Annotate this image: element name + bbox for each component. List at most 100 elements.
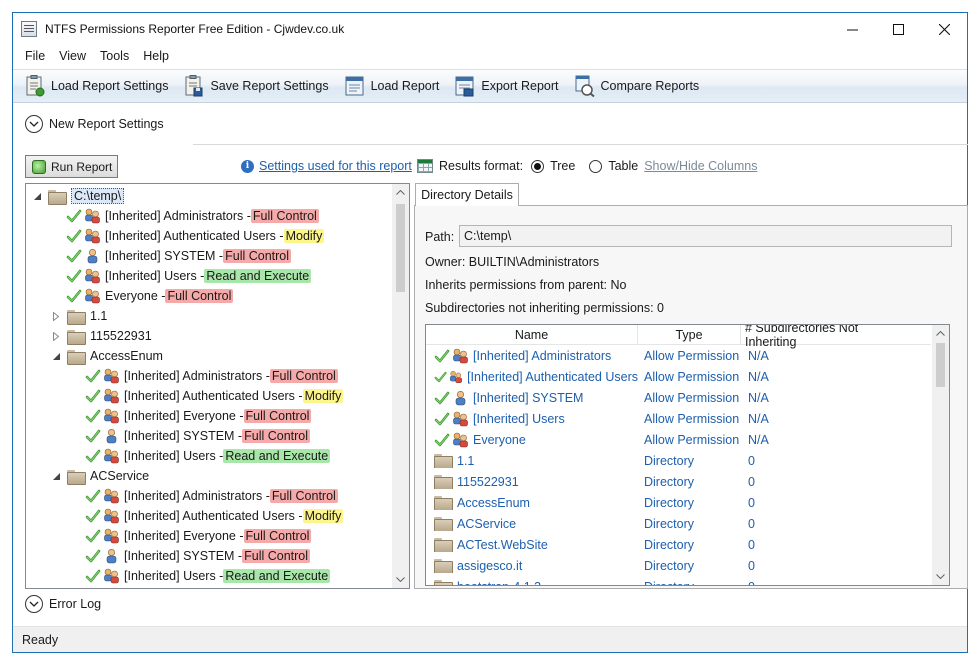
maximize-button[interactable] [875, 13, 921, 45]
user-group-icon [453, 411, 468, 426]
tree-permission-node[interactable]: [Inherited] SYSTEM - Full Control [85, 546, 311, 566]
menu-help[interactable]: Help [143, 49, 169, 63]
row-name: ACTest.WebSite [457, 537, 548, 552]
tree-permission-node[interactable]: [Inherited] Administrators - Full Contro… [85, 486, 338, 506]
row-name: assigesco.it [457, 558, 523, 573]
row-name: 115522931 [457, 474, 519, 489]
principal-label: [Inherited] Authenticated Users - [105, 229, 284, 243]
tree-permission-node[interactable]: Everyone - Full Control [66, 286, 234, 306]
show-hide-columns-link[interactable]: Show/Hide Columns [644, 159, 757, 173]
permission-badge: Full Control [165, 289, 234, 303]
collapsed-arrow-icon[interactable] [51, 311, 61, 321]
column-header-name[interactable]: Name [426, 325, 638, 345]
row-subdirs-count: 0 [741, 580, 911, 586]
tab-directory-details[interactable]: Directory Details [415, 183, 519, 206]
settings-used-link[interactable]: i Settings used for this report [241, 159, 412, 173]
table-row[interactable]: assigesco.it Directory 0 [426, 555, 931, 576]
load-report-button[interactable]: Load Report [343, 72, 442, 100]
tree-permission-node[interactable]: [Inherited] Users - Read and Execute [66, 266, 312, 286]
collapsed-arrow-icon[interactable] [51, 331, 61, 341]
grid-scroll-up-icon[interactable] [932, 325, 949, 342]
expanded-arrow-icon[interactable] [51, 351, 61, 361]
tree-scroll-thumb[interactable] [396, 204, 405, 292]
tree-permission-node[interactable]: [Inherited] Everyone - Full Control [85, 526, 312, 546]
tree-scrollbar[interactable] [392, 184, 409, 588]
section-divider [193, 144, 968, 145]
error-log-toggle[interactable]: Error Log [25, 595, 101, 613]
row-type: Allow Permission [644, 390, 740, 405]
principal-label: [Inherited] Users - [124, 449, 224, 463]
menu-tools[interactable]: Tools [100, 49, 129, 63]
principal-label: [Inherited] Administrators - [124, 489, 270, 503]
table-row[interactable]: bootstrap-4.1.3 Directory0 [426, 576, 931, 586]
tree-permission-node[interactable]: [Inherited] SYSTEM - Full Control [66, 246, 292, 266]
table-row[interactable]: 1.1 Directory 0 [426, 450, 931, 471]
table-row[interactable]: Everyone Allow Permission N/A [426, 429, 931, 450]
tree-folder-node[interactable]: C:\temp\ [32, 186, 125, 206]
check-icon [85, 409, 101, 423]
table-row[interactable]: [Inherited] SYSTEM Allow Permission N/A [426, 387, 931, 408]
tree-folder-node[interactable]: ACService [51, 466, 149, 486]
tree-folder-node[interactable]: 1.1 [51, 306, 107, 326]
run-report-button[interactable]: Run Report [25, 155, 118, 178]
grid-scroll-thumb[interactable] [936, 343, 945, 387]
compare-reports-button[interactable]: Compare Reports [573, 72, 702, 100]
folder-icon [67, 349, 86, 365]
table-row[interactable]: 115522931 Directory 0 [426, 471, 931, 492]
path-field[interactable]: C:\temp\ [459, 225, 952, 247]
column-header-type[interactable]: Type [638, 325, 741, 345]
permissions-tree[interactable]: C:\temp\ [Inherited] Administrators - Ful… [25, 183, 410, 589]
table-radio[interactable] [589, 159, 603, 173]
tree-permission-node[interactable]: [Inherited] Authenticated Users - Modify [85, 506, 344, 526]
table-row[interactable]: ACService Directory 0 [426, 513, 931, 534]
grid-scroll-down-icon[interactable] [932, 568, 949, 585]
scroll-down-icon[interactable] [392, 571, 409, 588]
principal-label: Everyone - [105, 289, 166, 303]
scroll-up-icon[interactable] [392, 184, 409, 201]
permission-badge: Read and Execute [204, 269, 312, 283]
table-row[interactable]: [Inherited] Users Allow Permission N/A [426, 408, 931, 429]
menu-file[interactable]: File [25, 49, 45, 63]
minimize-button[interactable] [829, 13, 875, 45]
table-row[interactable]: AccessEnum Directory 0 [426, 492, 931, 513]
permission-badge: Modify [283, 229, 325, 243]
folder-label: ACService [90, 469, 150, 483]
column-header-subdirs[interactable]: # Subdirectories Not Inheriting [741, 325, 911, 349]
details-grid[interactable]: Name Type # Subdirectories Not Inheritin… [425, 324, 950, 586]
expanded-arrow-icon[interactable] [51, 471, 61, 481]
row-subdirs-count: N/A [748, 432, 769, 447]
tree-permission-node[interactable]: [Inherited] Authenticated Users - Modify [66, 226, 325, 246]
tree-permission-node[interactable]: [Inherited] SYSTEM - Full Control [85, 426, 311, 446]
expanded-arrow-icon[interactable] [32, 191, 42, 201]
tree-permission-node[interactable]: [Inherited] Administrators - Full Contro… [85, 366, 338, 386]
folder-label: 1.1 [90, 309, 108, 323]
close-button[interactable] [921, 13, 967, 45]
folder-icon [67, 309, 86, 325]
table-row[interactable]: [Inherited] Authenticated Users Allow Per… [426, 366, 931, 387]
table-row[interactable]: ACTest.WebSite Directory 0 [426, 534, 931, 555]
table-row[interactable]: [Inherited] Administrators Allow Permissi… [426, 345, 931, 366]
menu-view[interactable]: View [59, 49, 86, 63]
save-report-settings-button[interactable]: Save Report Settings [182, 72, 330, 100]
tree-folder-node[interactable]: 115522931 [51, 326, 152, 346]
row-name: [Inherited] Authenticated Users [467, 369, 638, 384]
grid-scrollbar[interactable] [932, 325, 949, 585]
user-icon [106, 428, 117, 444]
tree-permission-node[interactable]: [Inherited] Everyone - Full Control [85, 406, 312, 426]
run-report-label: Run Report [51, 159, 113, 174]
tree-radio[interactable] [531, 159, 545, 173]
tree-permission-node[interactable]: [Inherited] Users - Read and Execute [85, 566, 331, 586]
permission-badge: Read and Execute [223, 449, 331, 463]
row-subdirs-count: N/A [748, 369, 769, 384]
tree-permission-node[interactable]: [Inherited] Users - Read and Execute [85, 446, 331, 466]
folder-icon [434, 580, 453, 585]
tree-folder-node[interactable]: AccessEnum [51, 346, 163, 366]
status-text: Ready [22, 632, 59, 647]
export-report-button[interactable]: Export Report [453, 72, 560, 100]
new-report-settings-toggle[interactable]: New Report Settings [25, 115, 164, 133]
grid-header: Name Type # Subdirectories Not Inheritin… [426, 325, 931, 349]
load-report-settings-button[interactable]: Load Report Settings [23, 72, 170, 100]
tree-permission-node[interactable]: [Inherited] Authenticated Users - Modify [85, 386, 344, 406]
check-icon [85, 569, 101, 583]
tree-permission-node[interactable]: [Inherited] Administrators - Full Contro… [66, 206, 319, 226]
